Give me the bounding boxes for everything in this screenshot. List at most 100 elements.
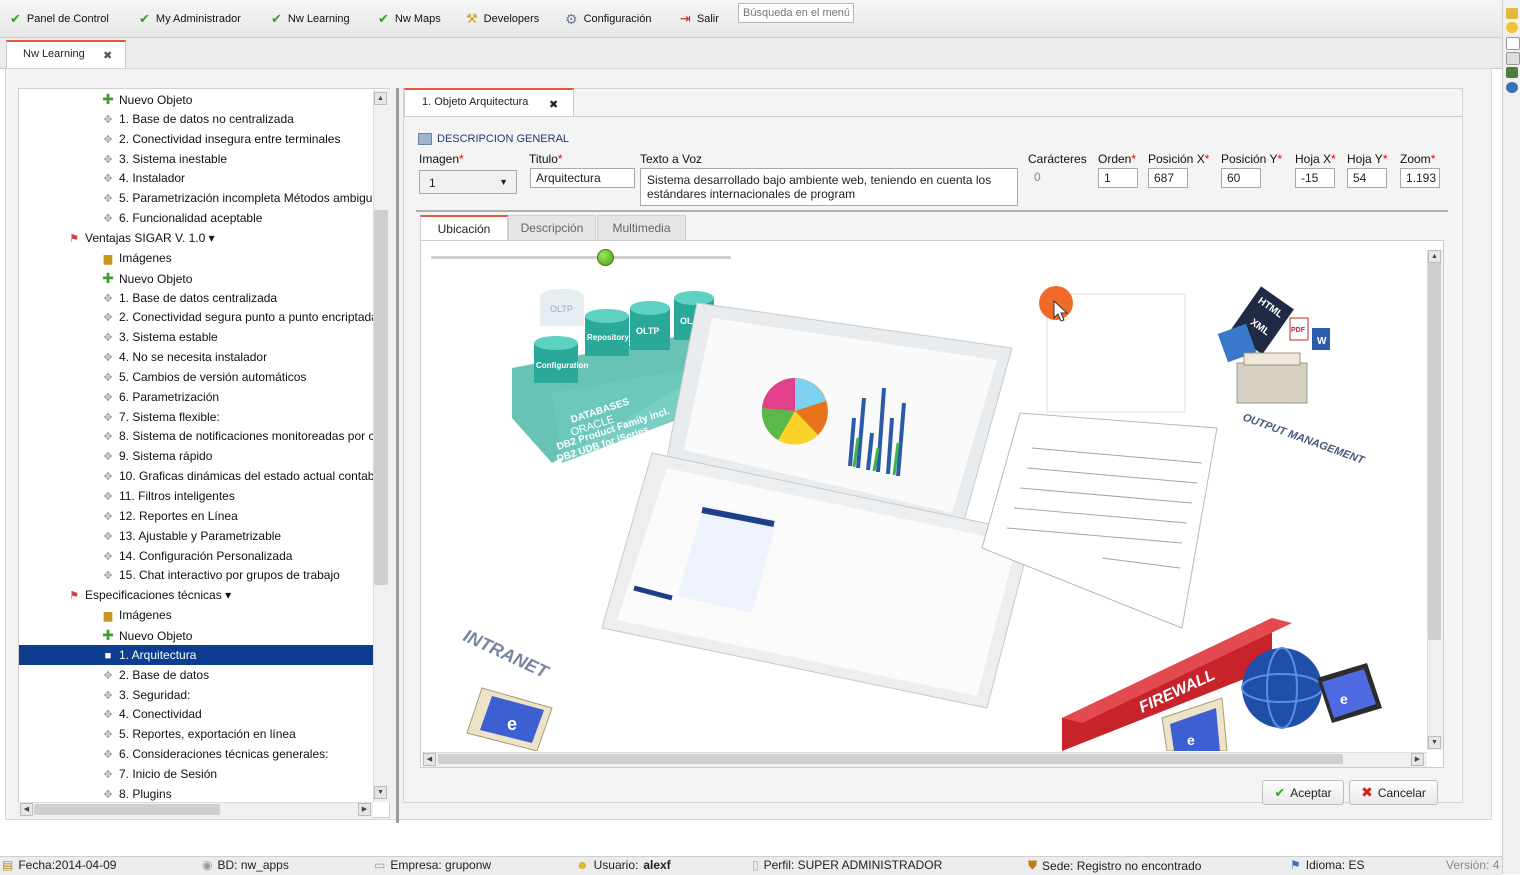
svg-text:W: W — [1317, 336, 1327, 347]
svg-text:e: e — [1187, 732, 1195, 748]
scroll-right-icon[interactable]: ▶ — [1411, 753, 1424, 766]
tree-item[interactable]: ✥ 8. Sistema de notificaciones monitoread… — [99, 426, 389, 446]
move-icon: ✥ — [103, 193, 113, 206]
tree-item[interactable]: ✥ 13. Ajustable y Parametrizable — [99, 526, 281, 546]
posicion-x-input[interactable]: 687 — [1148, 168, 1188, 188]
page-icon[interactable] — [1506, 37, 1520, 50]
tree-item[interactable]: ▆ Imágenes — [99, 605, 172, 625]
svg-text:Repository: Repository — [587, 333, 629, 342]
tree-item[interactable]: ■ 1. Arquitectura — [19, 644, 373, 665]
tree-item[interactable]: ✥ 11. Filtros inteligentes — [99, 486, 234, 506]
scroll-left-icon[interactable]: ◀ — [423, 753, 436, 766]
menu-my-administrador[interactable]: ✔ My Administrador — [139, 11, 241, 27]
tree-item[interactable]: ✥ 8. Plugins — [99, 784, 171, 804]
menu-panel-de-control[interactable]: ✔ Panel de Control — [10, 11, 109, 27]
star-icon[interactable] — [1506, 22, 1518, 33]
tree-item[interactable]: ▆ Imágenes — [99, 248, 172, 268]
architecture-illustration: DATABASES ORACLE DB2 Product Family incl… — [460, 286, 1382, 751]
tree-item[interactable]: ✥ 6. Funcionalidad aceptable — [99, 208, 262, 228]
move-icon: ✥ — [103, 213, 113, 226]
zoom-input[interactable]: 1.193 — [1400, 168, 1440, 188]
viewer-hscroll-thumb[interactable] — [438, 754, 1343, 764]
tree-folder[interactable]: ⚑ Especificaciones técnicas ▾ — [65, 585, 231, 605]
tab-multimedia[interactable]: Multimedia — [597, 215, 686, 240]
tree-item[interactable]: ✥ 10. Graficas dinámicas del estado actua… — [99, 466, 384, 486]
scroll-up-icon[interactable]: ▲ — [374, 92, 387, 105]
tree-item-label: 5. Cambios de versión automáticos — [119, 369, 307, 384]
tree-item[interactable]: ✚ Nuevo Objeto — [99, 625, 192, 645]
tree-item[interactable]: ✥ 2. Conectividad insegura entre terminal… — [99, 129, 340, 149]
svg-text:OLTP: OLTP — [550, 304, 573, 314]
zoom-slider[interactable] — [431, 256, 731, 259]
tree-item[interactable]: ✥ 15. Chat interactivo por grupos de trab… — [99, 565, 339, 585]
menu-search-input[interactable] — [738, 3, 854, 23]
tree-hscroll-thumb[interactable] — [34, 804, 220, 815]
move-icon: ✥ — [103, 371, 113, 384]
tree-folder[interactable]: ⚑ Ventajas SIGAR V. 1.0 ▾ — [65, 228, 215, 248]
tree-item[interactable]: ✥ 7. Inicio de Sesión — [99, 764, 217, 784]
texto-voz-textarea[interactable]: Sistema desarrollado bajo ambiente web, … — [640, 168, 1018, 206]
tab-ubicacion[interactable]: Ubicación — [420, 215, 508, 240]
chevron-down-icon: ▼ — [499, 177, 508, 187]
viewer-scroll-thumb[interactable] — [1428, 262, 1441, 640]
tree-item[interactable]: ✥ 5. Reportes, exportación en línea — [99, 724, 295, 744]
tree-item[interactable]: ✚ Nuevo Objeto — [99, 268, 192, 288]
folder-icon: ⚑ — [69, 232, 79, 245]
posicion-y-input[interactable]: 60 — [1221, 168, 1261, 188]
tree-item[interactable]: ✥ 6. Consideraciones técnicas generales: — [99, 744, 328, 764]
hoja-x-input[interactable]: -15 — [1295, 168, 1335, 188]
scroll-up-icon[interactable]: ▲ — [1428, 250, 1441, 263]
tree-scroll-thumb[interactable] — [374, 210, 388, 585]
sheet-icon[interactable] — [1506, 67, 1518, 78]
panel-splitter[interactable] — [396, 88, 399, 823]
tree-item[interactable]: ✥ 4. No se necesita instalador — [99, 347, 267, 367]
close-icon[interactable]: ✖ — [103, 49, 112, 62]
scroll-left-icon[interactable]: ◀ — [20, 803, 33, 816]
zoom-slider-handle[interactable] — [597, 249, 614, 266]
menu-developers[interactable]: ⚒ Developers — [466, 11, 539, 27]
close-icon[interactable]: ✖ — [549, 98, 558, 111]
menu-nw-learning[interactable]: ✔ Nw Learning — [271, 11, 350, 27]
titulo-input[interactable]: Arquitectura — [530, 168, 635, 188]
orden-input[interactable]: 1 — [1098, 168, 1138, 188]
tree-item[interactable]: ✥ 4. Instalador — [99, 168, 185, 188]
tree-item[interactable]: ✥ 2. Base de datos — [99, 665, 209, 685]
tree-item-label: 7. Sistema flexible: — [119, 409, 220, 424]
tree-item[interactable]: ✥ 3. Sistema estable — [99, 327, 217, 347]
tree-item[interactable]: ✚ Nuevo Objeto — [99, 89, 192, 109]
tree-item[interactable]: ✥ 2. Conectividad segura punto a punto en… — [99, 307, 377, 327]
tree-item-label: Imágenes — [119, 250, 172, 265]
tree-item[interactable]: ✥ 4. Conectividad — [99, 704, 201, 724]
tab-nw-learning[interactable]: Nw Learning ✖ — [6, 40, 126, 68]
status-idioma: ⚑ Idioma: ES — [1290, 858, 1365, 872]
folder-icon[interactable] — [1506, 8, 1518, 19]
tree-item[interactable]: ✥ 5. Parametrización incompleta Métodos a… — [99, 188, 385, 208]
scroll-down-icon[interactable]: ▼ — [1428, 736, 1441, 749]
scroll-down-icon[interactable]: ▼ — [374, 786, 387, 799]
tab-descripcion[interactable]: Descripción — [508, 215, 596, 240]
globe-icon[interactable] — [1506, 82, 1518, 93]
tree-item[interactable]: ✥ 14. Configuración Personalizada — [99, 546, 292, 566]
menu-configuracion[interactable]: ⚙ Configuración — [565, 11, 651, 27]
tree-item[interactable]: ✥ 7. Sistema flexible: — [99, 407, 220, 427]
tab-objeto-arquitectura[interactable]: 1. Objeto Arquitectura ✖ — [404, 88, 574, 116]
tree-item[interactable]: ✥ 9. Sistema rápido — [99, 446, 212, 466]
imagen-select[interactable]: 1 ▼ — [419, 170, 517, 194]
hoja-y-input[interactable]: 54 — [1347, 168, 1387, 188]
window-icon[interactable] — [1506, 52, 1520, 65]
form-separator[interactable] — [416, 210, 1448, 212]
tree-item[interactable]: ✥ 5. Cambios de versión automáticos — [99, 367, 306, 387]
tree-item[interactable]: ✥ 1. Base de datos centralizada — [99, 288, 277, 308]
status-sede: ⛊ Sede: Registro no encontrado — [1028, 858, 1202, 873]
cancel-button[interactable]: ✖ Cancelar — [1349, 780, 1438, 805]
tree-item[interactable]: ✥ 6. Parametrización — [99, 387, 219, 407]
scroll-right-icon[interactable]: ▶ — [358, 803, 371, 816]
menu-salir[interactable]: ⇥ Salir — [680, 11, 719, 27]
menu-nw-maps[interactable]: ✔ Nw Maps — [378, 11, 441, 27]
tree-item[interactable]: ✥ 3. Sistema inestable — [99, 149, 227, 169]
tree-item[interactable]: ✥ 12. Reportes en Línea — [99, 506, 237, 526]
tree-item[interactable]: ✥ 1. Base de datos no centralizada — [99, 109, 293, 129]
tree-item-label: 10. Graficas dinámicas del estado actual… — [119, 469, 384, 484]
accept-button[interactable]: ✔ Aceptar — [1262, 780, 1344, 805]
tree-item[interactable]: ✥ 3. Seguridad: — [99, 685, 190, 705]
